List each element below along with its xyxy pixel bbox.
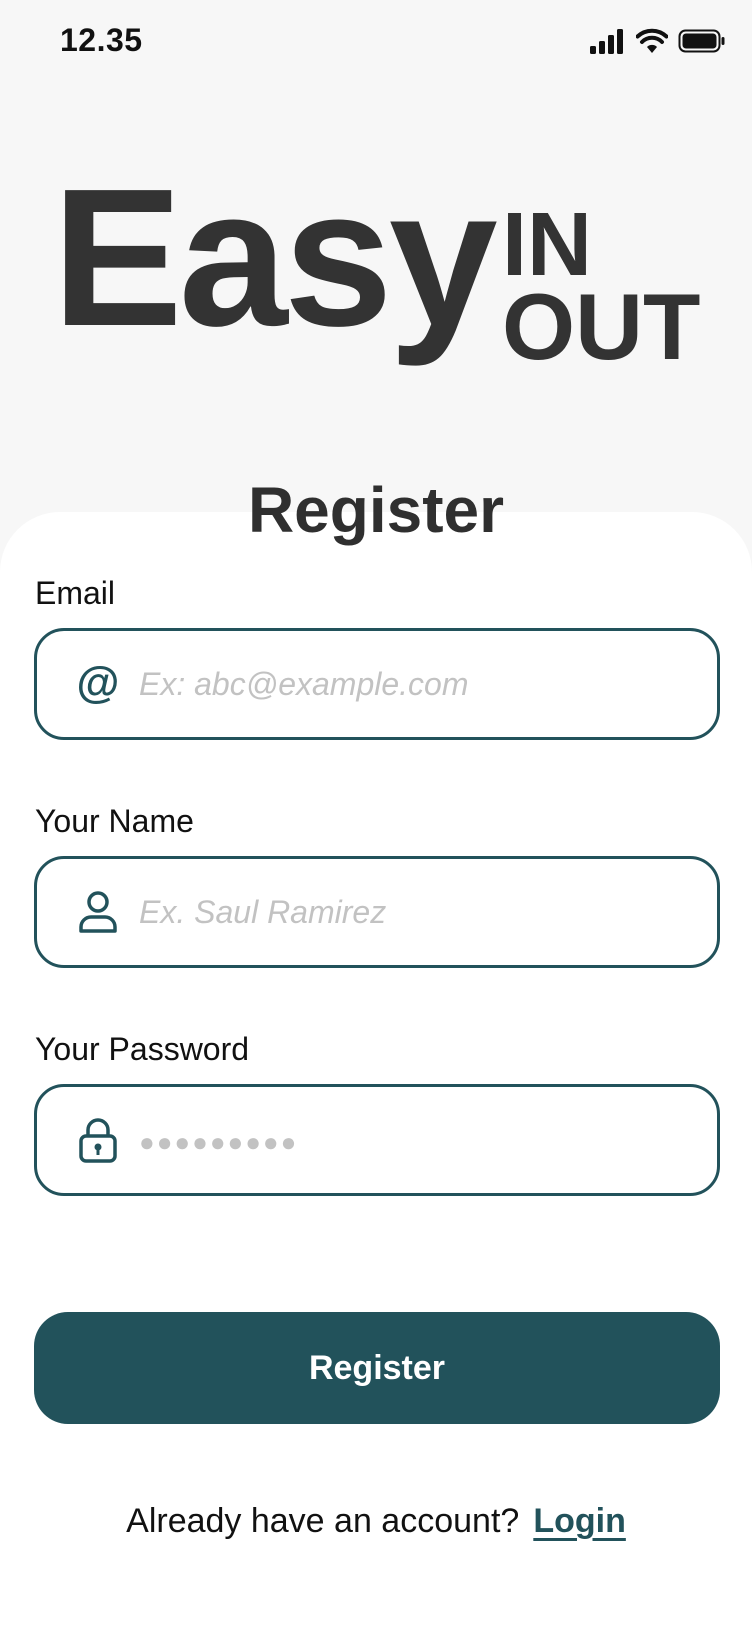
login-prompt: Already have an account? Login	[0, 1502, 752, 1541]
at-icon: @	[73, 659, 123, 709]
user-icon	[73, 887, 123, 937]
status-bar: 12.35	[0, 0, 752, 84]
app-logo: Easy IN OUT	[52, 160, 712, 380]
name-field[interactable]	[34, 856, 720, 968]
status-time: 12.35	[60, 22, 143, 58]
email-input[interactable]	[139, 665, 717, 703]
lock-icon	[73, 1115, 123, 1165]
login-link[interactable]: Login	[533, 1502, 626, 1541]
password-label: Your Password	[35, 1031, 250, 1067]
password-input[interactable]	[139, 1121, 717, 1159]
battery-icon	[678, 28, 726, 59]
register-screen: 12.35 Easy IN OUT Register Email @ Ex: a…	[0, 0, 752, 1632]
status-icons	[590, 28, 726, 59]
password-field[interactable]	[34, 1084, 720, 1196]
email-field[interactable]: @	[34, 628, 720, 740]
email-label: Email	[35, 575, 116, 611]
name-label: Your Name	[35, 803, 194, 839]
login-prompt-text: Already have an account?	[126, 1502, 520, 1540]
register-button[interactable]: Register	[34, 1312, 720, 1424]
page-title: Register	[247, 474, 505, 546]
signal-icon	[590, 28, 626, 59]
logo-out-text: OUT	[502, 274, 701, 379]
wifi-icon	[635, 28, 669, 59]
name-input[interactable]	[139, 893, 717, 931]
logo-easy-text: Easy	[52, 148, 498, 367]
svg-text:@: @	[77, 662, 120, 706]
